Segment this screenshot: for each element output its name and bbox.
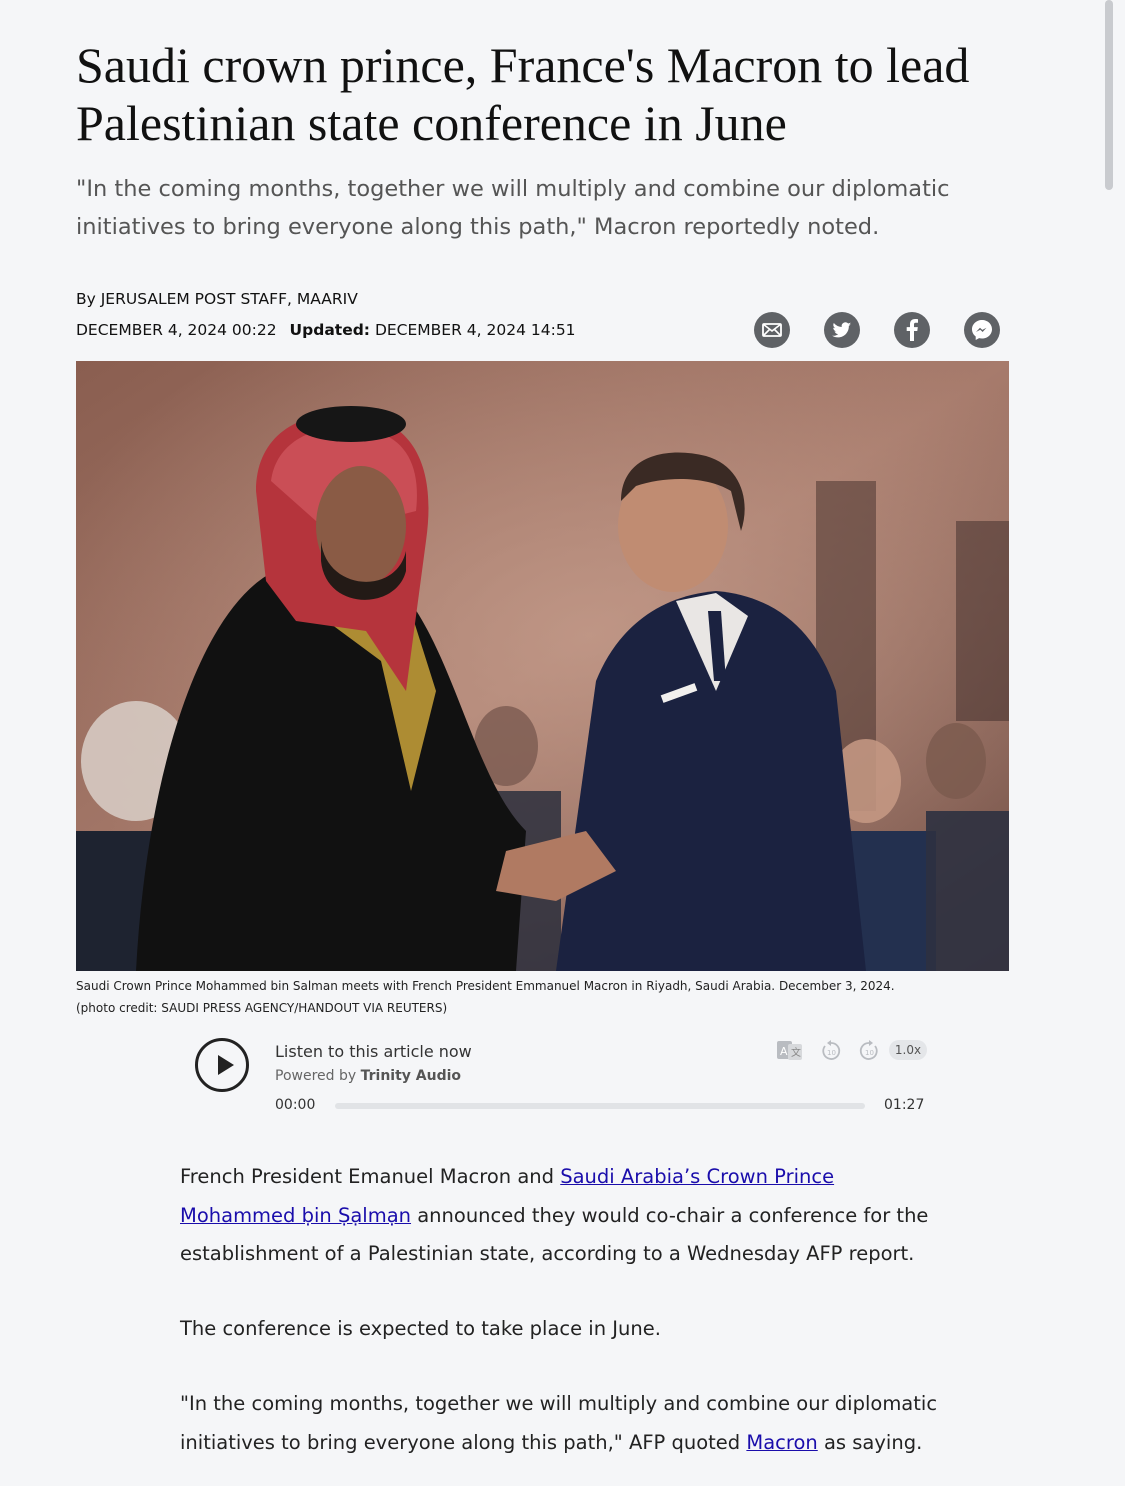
body-paragraph-1: French President Emanuel Macron and Saud…	[180, 1158, 950, 1274]
powered-brand: Trinity Audio	[360, 1068, 462, 1084]
article-photo	[76, 361, 1009, 971]
photo-credit: (photo credit: SAUDI PRESS AGENCY/HANDOU…	[76, 1001, 448, 1015]
updated-label: Updated:	[289, 321, 370, 339]
article-byline: By JERUSALEM POST STAFF, MAARIV	[76, 290, 358, 308]
body-paragraph-3: "In the coming months, together we will …	[180, 1385, 950, 1462]
p3-text-post: as saying.	[817, 1430, 923, 1454]
updated-date: DECEMBER 4, 2024 14:51	[374, 321, 576, 339]
article-subtitle: "In the coming months, together we will …	[76, 176, 950, 240]
page-scrollbar[interactable]	[1103, 0, 1113, 1486]
twitter-share-button[interactable]	[824, 312, 860, 348]
macron-link[interactable]: Macron	[746, 1431, 817, 1454]
forward-10-icon[interactable]: 10	[858, 1040, 880, 1062]
photo-handshake-illustration	[76, 361, 1009, 971]
messenger-icon	[972, 320, 992, 340]
svg-text:A: A	[780, 1045, 788, 1058]
translate-icon[interactable]: A 文	[776, 1040, 804, 1062]
progress-bar[interactable]	[335, 1103, 865, 1109]
body-paragraph-2: The conference is expected to take place…	[180, 1317, 661, 1340]
powered-prefix: Powered by	[275, 1068, 357, 1084]
playback-speed-button[interactable]: 1.0x	[889, 1040, 927, 1060]
scrollbar-thumb[interactable]	[1105, 0, 1113, 190]
share-bar	[754, 312, 1000, 348]
player-powered-by: Powered by Trinity Audio	[275, 1068, 461, 1084]
messenger-share-button[interactable]	[964, 312, 1000, 348]
current-time: 00:00	[275, 1097, 316, 1113]
player-title: Listen to this article now	[275, 1042, 472, 1061]
facebook-icon	[906, 319, 918, 341]
photo-caption: Saudi Crown Prince Mohammed bin Salman m…	[76, 975, 1016, 1019]
facebook-share-button[interactable]	[894, 312, 930, 348]
published-date: DECEMBER 4, 2024 00:22	[76, 321, 277, 339]
duration: 01:27	[884, 1097, 925, 1113]
svg-text:10: 10	[865, 1049, 874, 1057]
article-dateline: DECEMBER 4, 2024 00:22 Updated: DECEMBER…	[76, 321, 576, 339]
p1-text-pre: French President Emanuel Macron and	[180, 1165, 561, 1188]
rewind-10-icon[interactable]: 10	[820, 1040, 842, 1062]
svg-text:文: 文	[791, 1046, 801, 1059]
article-headline: Saudi crown prince, France's Macron to l…	[76, 37, 970, 151]
audio-player: Listen to this article now Powered by Tr…	[180, 1030, 940, 1130]
caption-text: Saudi Crown Prince Mohammed bin Salman m…	[76, 979, 895, 993]
email-icon	[762, 323, 782, 337]
play-button[interactable]	[195, 1038, 249, 1092]
twitter-icon	[832, 321, 852, 337]
email-share-button[interactable]	[754, 312, 790, 348]
svg-text:10: 10	[827, 1049, 836, 1057]
